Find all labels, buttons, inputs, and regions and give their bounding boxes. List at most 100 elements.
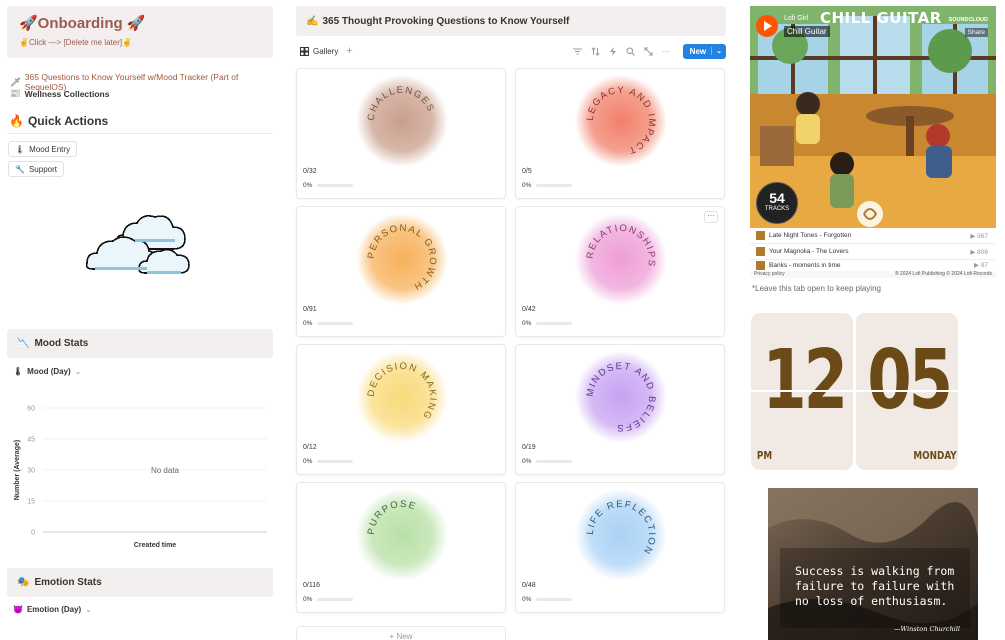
- progress-bar: [317, 598, 354, 601]
- search-icon[interactable]: [626, 46, 635, 56]
- card-count: 0/48: [522, 582, 536, 589]
- card-count: 0/12: [303, 444, 317, 451]
- list-item[interactable]: Your Magnolia - The Lovers ▶ 808: [750, 244, 996, 260]
- progress-percent: 0%: [522, 458, 532, 465]
- lightning-icon[interactable]: [609, 46, 617, 56]
- chevron-down-icon: ⌄: [74, 367, 82, 376]
- tab-label: Gallery: [313, 46, 339, 56]
- expand-icon[interactable]: [644, 47, 653, 56]
- progress-bar: [536, 598, 573, 601]
- card-progress: 0%: [303, 320, 354, 327]
- more-icon[interactable]: ···: [662, 47, 670, 56]
- card-count: 0/19: [522, 444, 536, 451]
- gallery-card[interactable]: PERSONAL GROWTH 0/91 0%: [296, 206, 506, 337]
- grid-icon: [300, 46, 309, 56]
- artist-name[interactable]: Lofi Girl: [784, 15, 808, 22]
- progress-bar: [536, 460, 573, 463]
- onboarding-callout[interactable]: 🚀Onboarding 🚀 ✌️Click —> [Delete me late…: [7, 6, 273, 58]
- chart-down-icon: 📉: [17, 338, 30, 349]
- play-count: ▶ 967: [970, 232, 988, 240]
- track-name: Banks - moments in time: [769, 261, 841, 269]
- card-progress: 0%: [522, 458, 573, 465]
- card-count: 0/32: [303, 168, 317, 175]
- card-progress: 0%: [522, 596, 573, 603]
- track-name: Late Night Tones - Forgotten: [769, 232, 852, 239]
- share-button[interactable]: Share: [964, 28, 988, 37]
- filter-icon[interactable]: [572, 47, 582, 56]
- card-more-button[interactable]: ···: [704, 211, 718, 223]
- y-tick-label: 60: [27, 406, 35, 413]
- gallery-card[interactable]: MINDSET AND BELIEFS 0/19 0%: [515, 344, 725, 475]
- gallery-card[interactable]: RELATIONSHIPS 0/42 0% ···: [515, 206, 725, 337]
- newspaper-icon: 📰: [10, 88, 21, 98]
- album-banner: CHILL GUITAR: [820, 9, 942, 27]
- mood-chart-svg: 0 15 30 45 60 Number (Average) Created time No …: [14, 406, 267, 549]
- add-view-icon[interactable]: +: [346, 45, 352, 57]
- progress-percent: 0%: [303, 182, 313, 189]
- property-label: Mood (Day): [27, 367, 71, 376]
- list-item[interactable]: Banks - moments in time ▶ 97: [750, 260, 996, 270]
- card-cover: PURPOSE: [356, 489, 448, 581]
- clock-day: MONDAY: [913, 449, 957, 462]
- sort-icon[interactable]: [591, 46, 600, 56]
- y-axis-label: Number (Average): [14, 440, 21, 500]
- card-progress: 0%: [303, 596, 354, 603]
- chevron-down-icon[interactable]: ⌄: [711, 47, 722, 55]
- flip-clock-minutes: 05 MONDAY: [856, 313, 958, 470]
- gallery-card[interactable]: LIFE REFLECTION 0/48 0%: [515, 482, 725, 613]
- card-progress: 0%: [522, 320, 573, 327]
- card-progress: 0%: [303, 458, 354, 465]
- card-cover: CHALLENGES: [356, 75, 448, 167]
- flip-clock-hours: 12 PM: [751, 313, 853, 470]
- onboarding-title: 🚀Onboarding 🚀: [19, 15, 146, 32]
- database-title[interactable]: 365 Thought Provoking Questions to Know …: [322, 16, 569, 27]
- card-cover: MINDSET AND BELIEFS: [575, 351, 667, 443]
- fire-icon: 🔥: [9, 114, 24, 128]
- gallery-card[interactable]: LEGACY AND IMPACT 0/5 0%: [515, 68, 725, 199]
- link-wellness-collections[interactable]: 📰 Wellness Collections: [10, 88, 109, 99]
- pixel-clouds-icon: [79, 211, 199, 281]
- play-button[interactable]: [756, 15, 778, 37]
- divider: [7, 133, 273, 134]
- emotion-day-selector[interactable]: 😈 Emotion (Day) ⌄: [13, 605, 92, 614]
- add-card-button[interactable]: + New: [296, 626, 506, 640]
- gallery-card[interactable]: PURPOSE 0/116 0%: [296, 482, 506, 613]
- progress-bar: [317, 460, 354, 463]
- card-cover: RELATIONSHIPS: [575, 213, 667, 305]
- masks-icon: 🎭: [17, 577, 30, 588]
- list-item[interactable]: Late Night Tones - Forgotten ▶ 967: [750, 228, 996, 244]
- y-tick-label: 45: [27, 437, 35, 444]
- track-name: Your Magnolia - The Lovers: [769, 248, 849, 255]
- dagger-icon: 🗡: [10, 76, 21, 87]
- new-button[interactable]: New ⌄: [682, 43, 726, 59]
- support-button[interactable]: 🔧 Support: [8, 161, 64, 177]
- card-cover: LIFE REFLECTION: [575, 489, 667, 581]
- mood-entry-button[interactable]: 🌡 Mood Entry: [8, 141, 78, 157]
- thermometer-icon: 🌡: [15, 144, 26, 154]
- card-count: 0/91: [303, 306, 317, 313]
- toolbar-actions: ··· New ⌄: [572, 43, 726, 59]
- track-list: Late Night Tones - Forgotten ▶ 967 Your …: [750, 228, 996, 278]
- gallery-card[interactable]: CHALLENGES 0/32 0%: [296, 68, 506, 199]
- mood-day-selector[interactable]: 🌡 Mood (Day) ⌄: [13, 367, 81, 376]
- progress-percent: 0%: [522, 596, 532, 603]
- mood-stats-heading: 📉 Mood Stats: [7, 329, 273, 358]
- quick-actions-heading: 🔥 Quick Actions: [9, 114, 108, 128]
- chevron-down-icon: ⌄: [85, 605, 92, 614]
- y-tick-label: 15: [27, 499, 35, 506]
- gallery-card[interactable]: DECISION MAKING 0/12 0%: [296, 344, 506, 475]
- tab-gallery[interactable]: Gallery: [296, 46, 339, 56]
- quote-author: —Winston Churchill: [894, 625, 960, 633]
- track-title[interactable]: Chill Guitar: [784, 26, 830, 37]
- soundcloud-player: Lofi Girl Chill Guitar CHILL GUITAR SOUN…: [750, 6, 996, 278]
- player-footer: Privacy policy ® 2024 Lofi Publishing © …: [750, 271, 996, 278]
- soundcloud-logo[interactable]: SOUNDCLOUD: [949, 17, 988, 23]
- flip-seam: [856, 390, 958, 392]
- track-thumbnail: [756, 231, 765, 240]
- y-tick-label: 0: [31, 530, 35, 537]
- privacy-link[interactable]: Privacy policy: [754, 271, 785, 278]
- tracks-count-badge: 54 TRACKS: [756, 182, 798, 224]
- button-label: Mood Entry: [29, 144, 71, 154]
- mood-stats-title: Mood Stats: [34, 338, 89, 349]
- thermometer-icon: 🌡: [13, 367, 24, 376]
